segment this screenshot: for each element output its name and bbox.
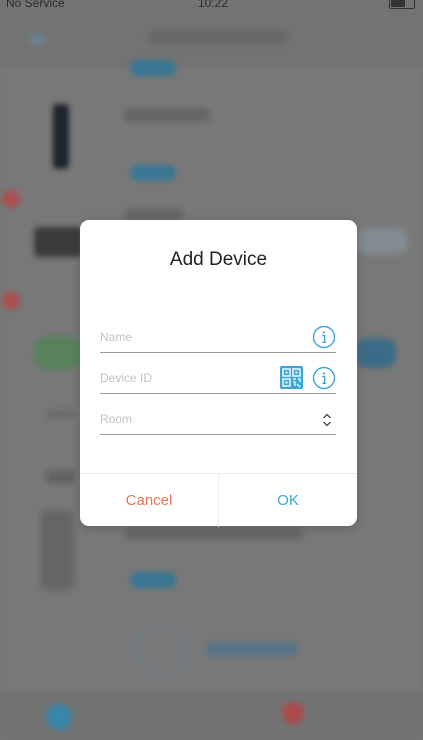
device-id-field (100, 361, 336, 394)
ok-button[interactable]: OK (219, 474, 357, 527)
room-select[interactable] (100, 408, 250, 430)
cancel-button[interactable]: Cancel (80, 474, 218, 527)
status-bar: No Service 10:22 (0, 0, 423, 12)
room-field[interactable] (100, 402, 336, 435)
device-id-input[interactable] (100, 367, 250, 389)
dialog-title: Add Device (169, 249, 268, 270)
qr-code-icon[interactable] (280, 366, 303, 389)
name-field (100, 320, 336, 353)
clock: 10:22 (198, 0, 229, 10)
dialog-footer: Cancel OK (80, 473, 357, 527)
battery-icon (389, 0, 415, 9)
name-input[interactable] (100, 326, 250, 348)
info-icon[interactable] (312, 366, 336, 390)
carrier-label: No Service (6, 0, 65, 10)
chevron-up-down-icon[interactable] (322, 413, 332, 427)
info-icon[interactable] (312, 325, 336, 349)
